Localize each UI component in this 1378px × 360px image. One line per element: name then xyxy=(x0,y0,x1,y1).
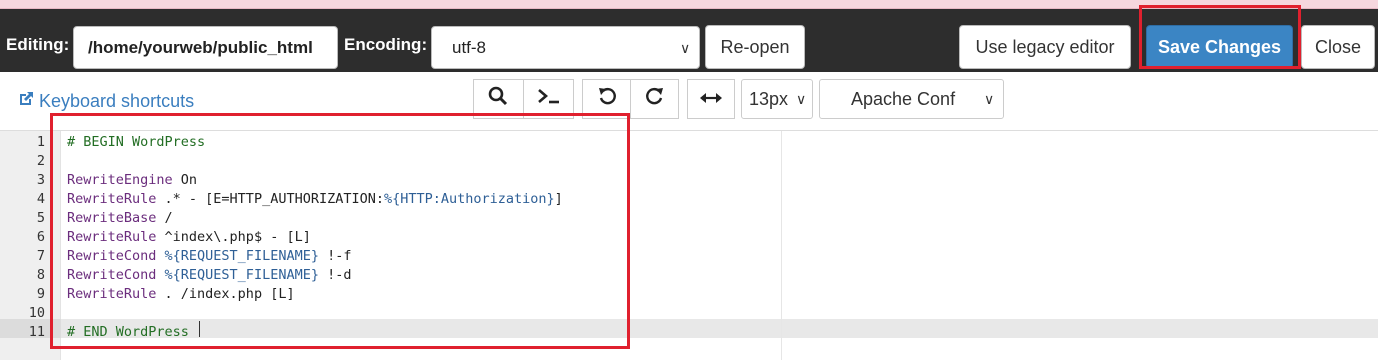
line-number: 5 xyxy=(36,210,45,226)
external-link-icon xyxy=(17,90,35,113)
undo-icon xyxy=(597,86,617,112)
line-number: 3 xyxy=(36,172,45,188)
chevron-down-icon: ∨ xyxy=(680,40,691,56)
line-number: 1 xyxy=(36,134,45,150)
line-number: 7 xyxy=(36,248,45,264)
close-button[interactable]: Close xyxy=(1301,25,1375,69)
chevron-down-icon: ∨ xyxy=(796,91,807,107)
line-number: 4 xyxy=(36,191,45,207)
print-margin xyxy=(781,131,782,360)
file-path-field[interactable]: /home/yourweb/public_html xyxy=(73,26,338,69)
code-highlight-box xyxy=(50,113,630,349)
line-number: 8 xyxy=(36,267,45,283)
legacy-editor-button[interactable]: Use legacy editor xyxy=(959,25,1131,69)
line-number: 6 xyxy=(36,229,45,245)
wrap-group xyxy=(687,79,735,119)
mode-value: Apache Conf xyxy=(851,89,956,109)
line-number: 9 xyxy=(36,286,45,302)
redo-icon xyxy=(645,86,665,112)
wrap-button[interactable] xyxy=(688,80,734,118)
file-editor-page: Editing: /home/yourweb/public_html Encod… xyxy=(0,0,1378,360)
font-size-select[interactable]: 13px ∨ xyxy=(741,79,813,119)
encoding-value: utf-8 xyxy=(452,38,487,57)
wrap-icon xyxy=(700,88,722,111)
line-number: 11 xyxy=(28,324,45,340)
font-size-value: 13px xyxy=(749,89,789,109)
reopen-button[interactable]: Re-open xyxy=(705,25,805,69)
search-icon xyxy=(488,86,508,112)
save-highlight-box xyxy=(1139,5,1301,69)
chevron-down-icon: ∨ xyxy=(984,91,995,107)
keyboard-shortcuts-link[interactable]: Keyboard shortcuts xyxy=(17,90,194,113)
terminal-icon xyxy=(537,87,561,111)
encoding-select[interactable]: utf-8 ∨ xyxy=(431,26,700,69)
mode-select[interactable]: Apache Conf ∨ xyxy=(819,79,1004,119)
line-number: 10 xyxy=(28,305,45,321)
editing-label: Editing: xyxy=(6,35,70,54)
redo-button[interactable] xyxy=(631,80,679,118)
line-number: 2 xyxy=(36,153,45,169)
keyboard-shortcuts-label: Keyboard shortcuts xyxy=(39,91,195,111)
encoding-label: Encoding: xyxy=(344,35,428,54)
